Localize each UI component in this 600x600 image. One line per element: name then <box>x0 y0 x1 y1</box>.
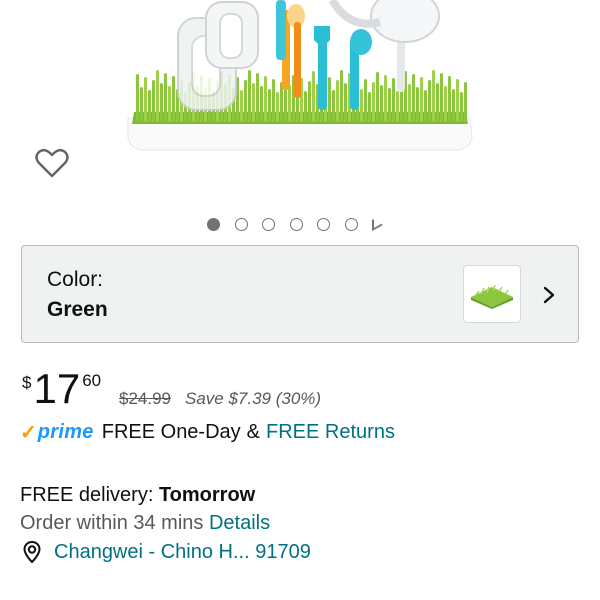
price-fraction: 60 <box>82 371 102 390</box>
carousel-dot[interactable] <box>289 218 303 231</box>
prime-shipping-row: ✓ prime FREE One-Day & FREE Returns <box>20 420 395 445</box>
carousel-dot[interactable] <box>262 218 275 231</box>
color-label: Color: <box>47 268 104 291</box>
price: $ 17 60 <box>22 368 101 410</box>
delivery-date: FREE delivery: Tomorrow <box>20 484 255 507</box>
carousel-dot[interactable] <box>317 218 330 231</box>
heart-outline-icon <box>35 148 69 178</box>
video-play-icon[interactable] <box>372 218 383 231</box>
delivery-day: Tomorrow <box>158 484 256 506</box>
chevron-right-icon <box>543 286 555 304</box>
savings-text: Save $7.39 (30%) <box>185 389 322 408</box>
deliver-to-location[interactable]: Changwei - Chino H... 91709 <box>20 540 311 564</box>
delivery-prefix: FREE delivery: <box>20 484 159 506</box>
favorite-button[interactable] <box>32 143 72 183</box>
prime-logo-text: prime <box>37 421 94 443</box>
carousel-dot[interactable] <box>207 218 220 231</box>
price-currency: $ <box>22 373 32 392</box>
prime-check-icon: ✓ <box>20 422 37 444</box>
free-returns-link[interactable]: FREE Returns <box>266 421 395 444</box>
ampersand: & <box>246 421 261 443</box>
prime-logo: ✓ prime <box>20 420 94 445</box>
prime-shipping-text: FREE One-Day <box>101 421 241 443</box>
location-link[interactable]: Changwei - Chino H... 91709 <box>54 541 311 564</box>
list-price: $24.99 <box>119 389 171 408</box>
order-within-text: Order within 34 mins <box>20 512 209 534</box>
order-within: Order within 34 mins Details <box>20 512 270 535</box>
product-image[interactable] <box>0 0 600 205</box>
details-link[interactable]: Details <box>209 512 270 534</box>
carousel-dot[interactable] <box>234 218 248 231</box>
price-whole: 17 <box>33 365 81 412</box>
image-carousel-indicator <box>207 218 383 231</box>
color-selector[interactable]: Color: Green <box>21 245 579 343</box>
color-swatch[interactable] <box>463 265 521 323</box>
location-pin-icon <box>23 540 41 564</box>
drying-rack-illustration <box>127 0 473 151</box>
color-value: Green <box>47 298 108 321</box>
grass-swatch-icon <box>471 284 513 309</box>
carousel-dot[interactable] <box>344 218 358 231</box>
